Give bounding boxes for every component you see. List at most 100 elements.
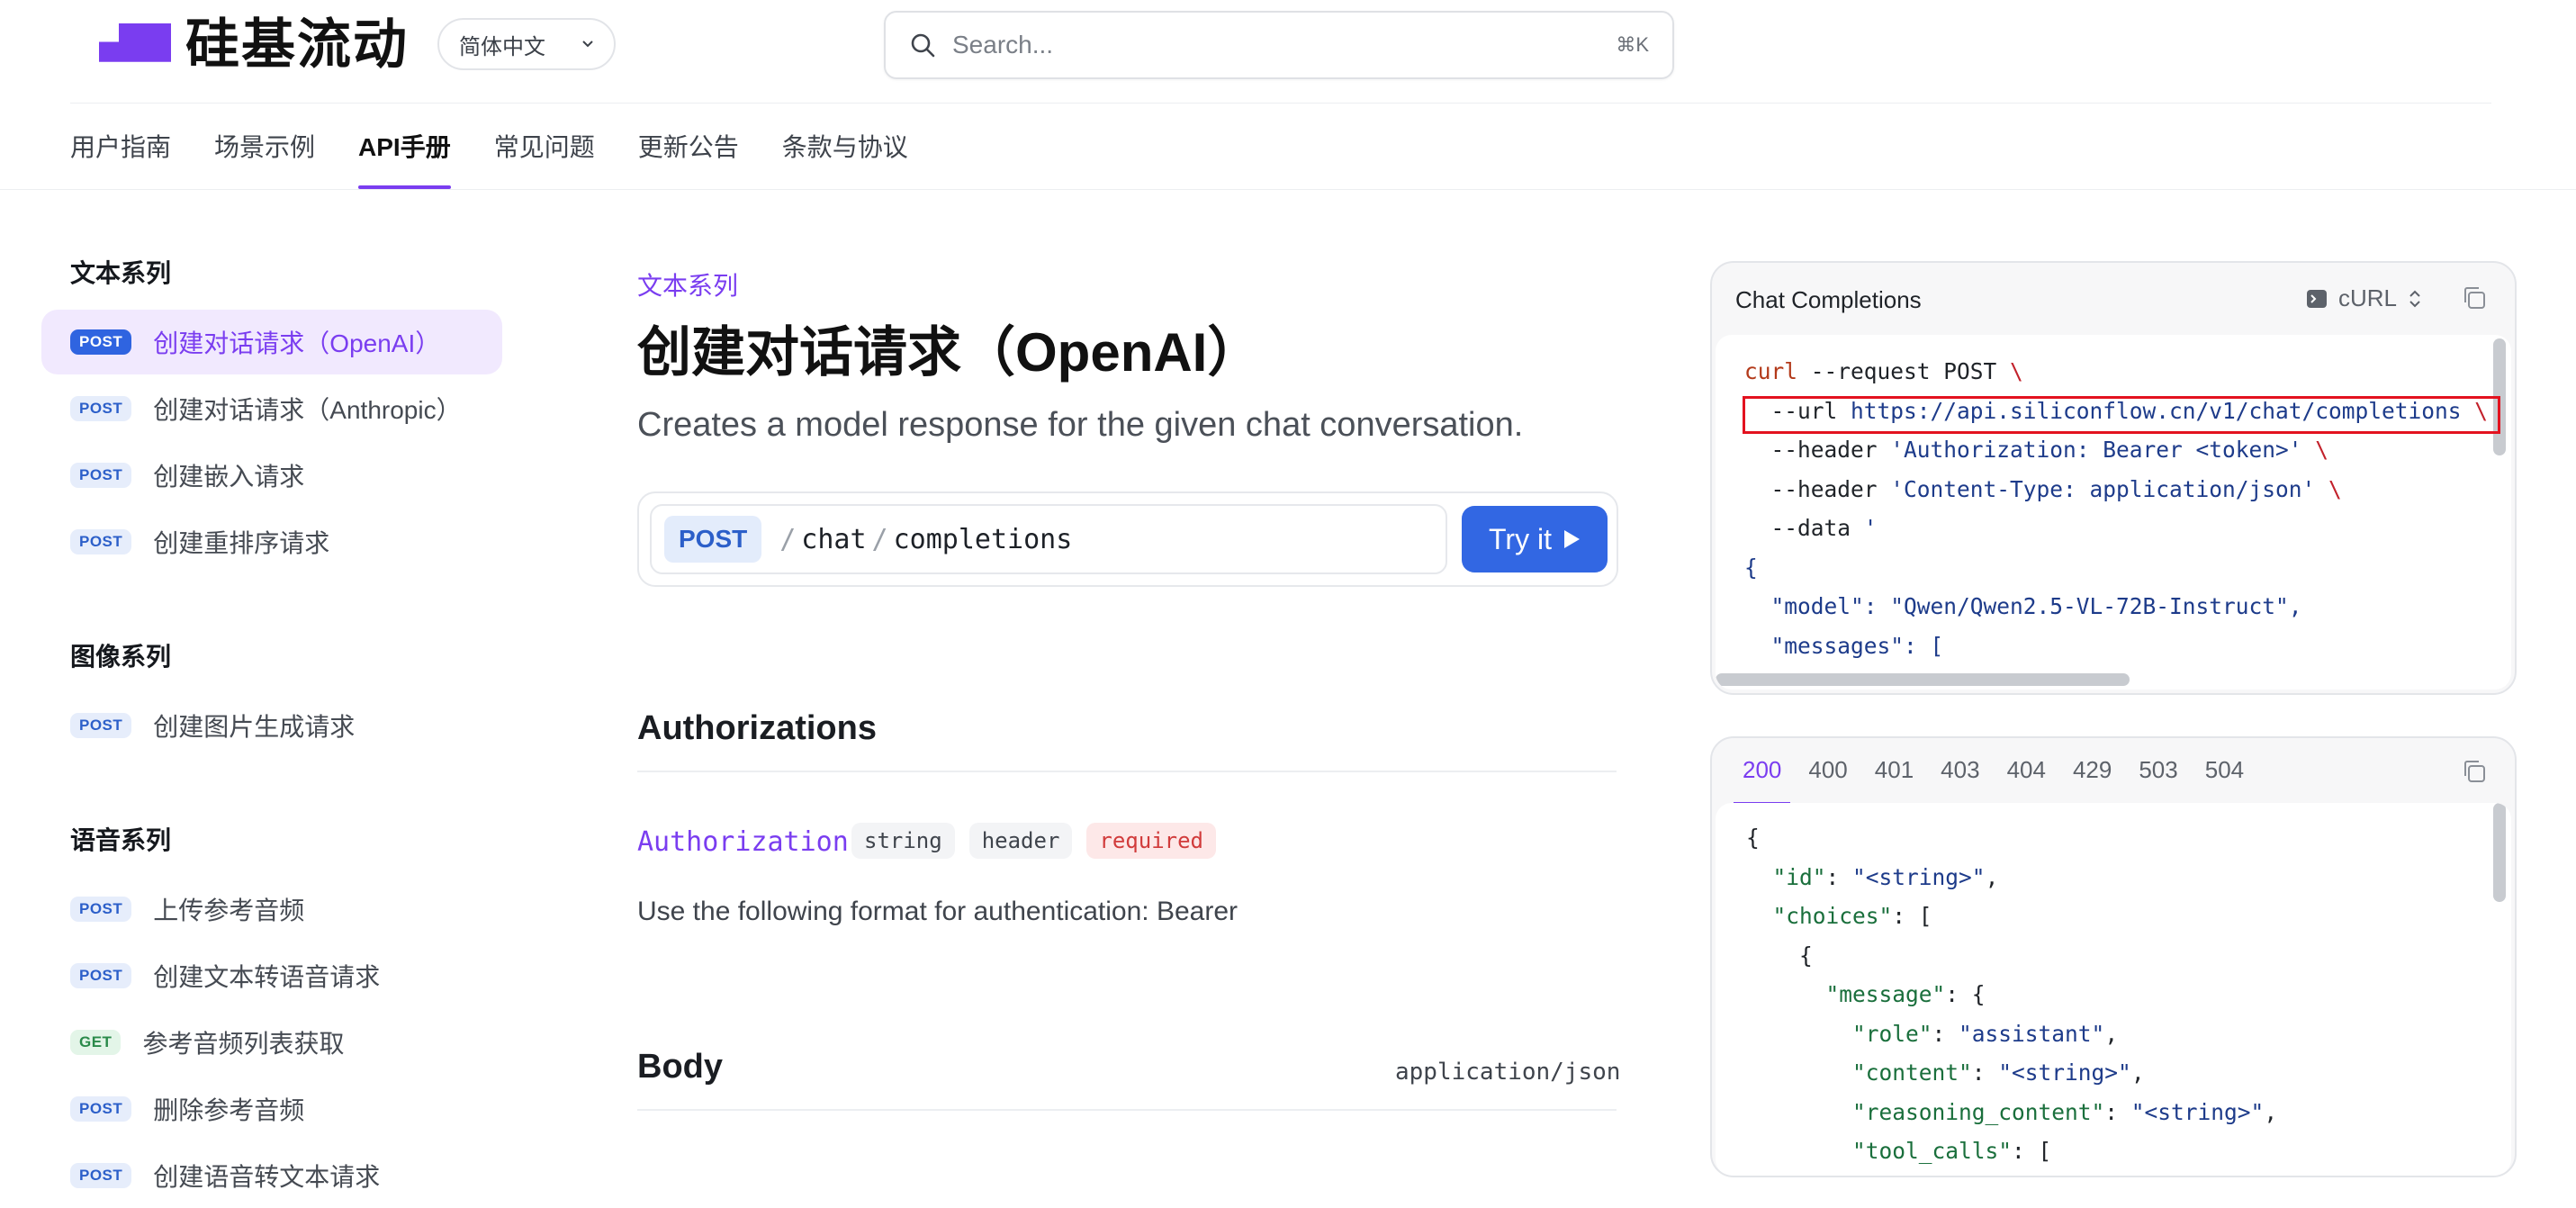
code-token: curl [1744, 358, 1798, 384]
header-divider [70, 103, 2491, 104]
method-badge: POST [70, 329, 132, 355]
code-token: , [2130, 1059, 2145, 1086]
search-placeholder: Search... [952, 31, 1054, 59]
code-line: { [1744, 554, 1758, 581]
sidebar-item-embeddings[interactable]: POST 创建嵌入请求 [41, 443, 502, 508]
code-token: "assistant" [1959, 1020, 2105, 1047]
sidebar-item-stt[interactable]: POST 创建语音转文本请求 [41, 1143, 502, 1208]
code-line: "reasoning_content": "<string>", [1746, 1099, 2277, 1126]
code-token: \ [2010, 358, 2023, 384]
page-subtitle: Creates a model response for the given c… [637, 406, 1524, 444]
sidebar-item-delete-audio[interactable]: POST 删除参考音频 [41, 1077, 502, 1141]
code-token: , [2264, 1098, 2278, 1125]
code-token: { [1744, 554, 1758, 581]
code-token: --header [1744, 437, 1891, 463]
code-token: \ [2328, 475, 2342, 502]
language-selector[interactable]: 简体中文 [437, 18, 616, 70]
status-tab-400[interactable]: 400 [1808, 756, 1847, 806]
language-dropdown[interactable]: cURL [2306, 284, 2422, 312]
code-token: : [1825, 863, 1853, 890]
try-it-button[interactable]: Try it [1462, 506, 1608, 572]
param-type-chip: string [851, 823, 955, 859]
request-code-area: curl --request POST \ --url https://api.… [1716, 335, 2511, 690]
sidebar-item-label: 创建嵌入请求 [153, 463, 305, 491]
request-example-panel: Chat Completions cURL curl --request POS… [1710, 261, 2517, 695]
status-tab-504[interactable]: 504 [2205, 756, 2244, 806]
code-token: "<string>" [2130, 1098, 2265, 1125]
tab-terms[interactable]: 条款与协议 [782, 126, 908, 191]
sidebar-item-label: 参考音频列表获取 [142, 1030, 345, 1058]
code-token: "<string>" [1998, 1059, 2131, 1086]
code-line: "messages": [ [1744, 633, 1944, 660]
code-token: 'Authorization: Bearer <token>' [1890, 437, 2302, 463]
tab-changelog[interactable]: 更新公告 [638, 126, 739, 191]
sidebar-item-audio-list[interactable]: GET 参考音频列表获取 [41, 1010, 502, 1075]
terminal-icon [2307, 289, 2327, 308]
code-token: "<string>" [1852, 863, 1986, 890]
code-line: { [1746, 942, 1813, 969]
nav-tabs: 用户指南 场景示例 API手册 常见问题 更新公告 条款与协议 [70, 126, 908, 191]
code-token: --request POST [1797, 358, 2011, 384]
body-content-type: application/json [1395, 1059, 1621, 1086]
tab-api-reference[interactable]: API手册 [358, 126, 451, 191]
code-line: "choices": [ [1746, 903, 1932, 930]
method-badge: GET [70, 1030, 122, 1055]
code-token: , [2104, 1020, 2119, 1047]
sidebar-item-label: 上传参考音频 [153, 897, 305, 924]
tab-faq[interactable]: 常见问题 [494, 126, 595, 191]
section-divider [637, 1109, 1617, 1111]
status-tab-403[interactable]: 403 [1941, 756, 1979, 806]
sidebar-item-tts[interactable]: POST 创建文本转语音请求 [41, 943, 502, 1008]
sidebar-section-title: 图像系列 [70, 643, 172, 671]
vertical-scrollbar[interactable] [2493, 803, 2506, 902]
method-badge: POST [70, 713, 132, 738]
status-tab-429[interactable]: 429 [2073, 756, 2112, 806]
code-line: --header 'Authorization: Bearer <token>'… [1744, 437, 2329, 464]
code-token: : [1932, 1020, 1959, 1047]
status-tab-503[interactable]: 503 [2139, 756, 2177, 806]
code-token: ' [1863, 515, 1878, 541]
endpoint-method-badge: POST [664, 516, 762, 563]
method-badge: POST [70, 963, 132, 988]
sidebar-item-label: 创建文本转语音请求 [153, 963, 381, 991]
try-it-label: Try it [1489, 522, 1552, 555]
sidebar-item-chat-openai[interactable]: POST 创建对话请求（OpenAI） [41, 310, 502, 374]
tab-scenarios[interactable]: 场景示例 [214, 126, 315, 191]
breadcrumb[interactable]: 文本系列 [637, 266, 738, 302]
horizontal-scrollbar[interactable] [1716, 673, 2130, 686]
sidebar-item-image-generation[interactable]: POST 创建图片生成请求 [41, 693, 502, 758]
endpoint-path-box[interactable]: POST / chat / completions [650, 504, 1447, 574]
status-tab-401[interactable]: 401 [1875, 756, 1914, 806]
nav-divider [0, 189, 2576, 190]
search-shortcut: ⌘K [1616, 33, 1649, 56]
code-token: : [2104, 1098, 2131, 1125]
chevron-updown-icon [2409, 290, 2420, 307]
status-code-tabs: 200 400 401 403 404 429 503 504 [1733, 756, 2244, 806]
status-tab-200[interactable]: 200 [1733, 756, 1791, 806]
endpoint-path-segment: chat [801, 523, 867, 555]
copy-icon[interactable] [2461, 284, 2488, 311]
sidebar-item-label: 创建重排序请求 [153, 529, 330, 557]
search-bar[interactable]: Search... ⌘K [884, 11, 1674, 79]
tab-user-guide[interactable]: 用户指南 [70, 126, 171, 191]
section-divider [637, 771, 1617, 772]
sidebar-item-upload-audio[interactable]: POST 上传参考音频 [41, 877, 502, 942]
param-required-chip: required [1086, 823, 1216, 859]
sidebar-item-chat-anthropic[interactable]: POST 创建对话请求（Anthropic） [41, 376, 502, 441]
method-badge: POST [70, 396, 132, 421]
code-token: --data [1744, 515, 1864, 541]
sidebar-item-rerank[interactable]: POST 创建重排序请求 [41, 509, 502, 574]
copy-icon[interactable] [2461, 758, 2488, 785]
code-token: 'Content-Type: application/json' [1890, 475, 2316, 502]
endpoint-bar: POST / chat / completions Try it [637, 491, 1618, 587]
body-heading: Body [637, 1048, 723, 1086]
logo-icon [70, 23, 171, 62]
method-badge: POST [70, 1096, 132, 1122]
code-token: --header [1744, 475, 1891, 502]
response-example-panel: 200 400 401 403 404 429 503 504 { "id": … [1710, 736, 2517, 1177]
authorizations-heading: Authorizations [637, 709, 877, 747]
status-tab-404[interactable]: 404 [2007, 756, 2046, 806]
